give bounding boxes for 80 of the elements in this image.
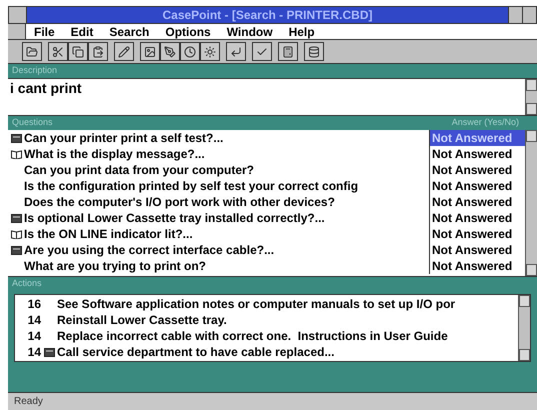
toolbar-button[interactable] (68, 42, 88, 61)
menu-item[interactable]: Window (218, 22, 281, 40)
pencil-icon (118, 46, 130, 58)
action-text: See Software application notes or computer manuals to set up I/O por (57, 296, 456, 312)
action-item[interactable]: 14 Reinstall Lower Cassette tray. (15, 312, 518, 328)
question-item[interactable]: Can your printer print a self test?... (8, 130, 429, 146)
clipboard-icon (92, 46, 104, 58)
toolbar-button[interactable] (200, 42, 220, 61)
clock-icon (184, 46, 196, 58)
book-icon (11, 134, 22, 142)
question-item[interactable]: Are you using the correct interface cable?... (8, 242, 429, 258)
action-item[interactable]: 14 Call service department to have cable replaced... (15, 344, 518, 360)
action-score: 14 (26, 312, 41, 328)
status-text: Ready (14, 395, 43, 409)
question-item[interactable]: Can you print data from your computer? (8, 162, 429, 178)
folder-icon (26, 46, 38, 58)
question-text: Does the computer's I/O port work with other devices? (24, 194, 335, 210)
action-score: 16 (26, 296, 41, 312)
question-item[interactable]: Is the ON LINE indicator lit?... (8, 226, 429, 242)
window-title: CasePoint - [Search - PRINTER.CBD] (161, 7, 374, 24)
scrollbar[interactable] (525, 79, 537, 115)
menu-item[interactable]: Options (157, 22, 219, 40)
calculator-icon (282, 46, 294, 58)
question-text: Are you using the correct interface cable?... (24, 242, 274, 258)
action-score: 14 (26, 328, 41, 344)
question-text: What is the display message?... (24, 146, 205, 162)
action-text: Call service department to have cable replaced... (57, 344, 334, 360)
question-item[interactable]: Does the computer's I/O port work with other devices? (8, 194, 429, 210)
toolbar-button[interactable] (88, 42, 108, 61)
toolbar-button[interactable] (226, 42, 246, 61)
action-text: Replace incorrect cable with correct one. Instructions in User Guide (57, 328, 448, 344)
book-icon (11, 246, 22, 254)
toolbar-button[interactable] (160, 42, 180, 61)
menu-item[interactable]: Search (101, 22, 158, 40)
scrollbar[interactable] (525, 130, 537, 276)
section-label: Description (12, 64, 58, 78)
question-item[interactable]: What are you trying to print on? (8, 258, 429, 274)
book-icon (44, 348, 54, 356)
question-text: Is optional Lower Cassette tray installed correctly?... (24, 210, 325, 226)
description-field[interactable]: i cant print (8, 78, 537, 116)
sun-icon (204, 46, 216, 58)
section-label: Actions (12, 277, 42, 290)
question-item[interactable]: What is the display message?... (8, 146, 429, 162)
description-text: i cant print (9, 79, 83, 98)
question-item[interactable]: Is optional Lower Cassette tray installed correctly?... (8, 210, 429, 226)
action-text: Reinstall Lower Cassette tray. (57, 312, 227, 328)
toolbar-button[interactable] (140, 42, 160, 61)
action-score: 14 (26, 344, 41, 360)
menu-item[interactable]: File (26, 22, 63, 40)
menu-item[interactable]: Edit (62, 22, 102, 40)
action-item[interactable]: 14 Replace incorrect cable with correct one. Instructions in User Guide (15, 328, 518, 344)
section-label: Answer (Yes/No) (452, 116, 519, 130)
section-label: Questions (12, 116, 53, 130)
action-item[interactable]: 16 See Software application notes or computer manuals to set up I/O por (15, 296, 518, 312)
menu-item[interactable]: Help (280, 22, 323, 40)
checkmark-icon (256, 46, 268, 58)
toolbar-button[interactable] (278, 42, 298, 61)
open-book-icon (11, 150, 22, 158)
question-text: Is the configuration printed by self test your correct config (24, 178, 358, 194)
scrollbar[interactable] (518, 295, 530, 361)
scissors-icon (52, 46, 64, 58)
toolbar-button[interactable] (22, 42, 42, 61)
pen-icon (164, 46, 176, 58)
question-text: Can you print data from your computer? (24, 162, 254, 178)
image-icon (144, 46, 156, 58)
toolbar-button[interactable] (180, 42, 200, 61)
question-text: Can your printer print a self test?... (24, 130, 224, 146)
toolbar-button[interactable] (48, 42, 68, 61)
question-text: Is the ON LINE indicator lit?... (24, 226, 193, 242)
question-text: What are you trying to print on? (24, 258, 206, 274)
toolbar-button[interactable] (252, 42, 272, 61)
return-arrow-icon (230, 46, 242, 58)
toolbar-button[interactable] (114, 42, 134, 61)
question-item[interactable]: Is the configuration printed by self test your correct config (8, 178, 429, 194)
open-book-icon (11, 230, 22, 238)
copy-icon (72, 46, 84, 58)
answer-cell[interactable]: Not Answered (429, 130, 525, 146)
database-icon (308, 46, 320, 58)
book-icon (11, 214, 22, 222)
toolbar-button[interactable] (304, 42, 324, 61)
